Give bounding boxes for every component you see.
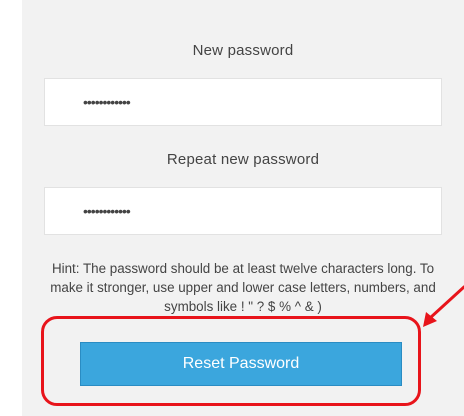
annotation-arrow-icon: [423, 285, 464, 327]
